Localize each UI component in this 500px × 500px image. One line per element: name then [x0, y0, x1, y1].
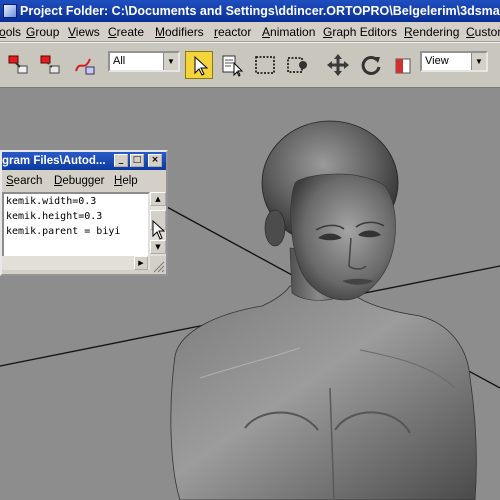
unlink-icon[interactable] — [36, 51, 64, 79]
chevron-down-icon: ▼ — [163, 53, 178, 70]
select-by-name-icon[interactable] — [218, 51, 246, 79]
menu-views[interactable]: Views — [68, 22, 100, 41]
script-menu-bar: Search Debugger Help — [2, 172, 166, 190]
rotate-icon[interactable] — [357, 51, 385, 79]
scroll-right-icon[interactable]: ▶ — [134, 256, 148, 270]
resize-grip-icon[interactable] — [150, 258, 166, 273]
scale-icon[interactable] — [390, 51, 418, 79]
menu-search[interactable]: Search — [6, 172, 42, 190]
close-button[interactable]: × — [148, 154, 162, 167]
select-object-icon[interactable] — [185, 51, 213, 79]
menu-help[interactable]: Help — [114, 172, 138, 190]
maximize-button[interactable]: □ — [130, 154, 144, 167]
move-icon[interactable] — [324, 51, 352, 79]
minimize-button[interactable]: _ — [114, 154, 128, 167]
menu-group[interactable]: Group — [26, 22, 59, 41]
window-title: Project Folder: C:\Documents and Setting… — [20, 4, 500, 18]
selection-filter-value: All — [113, 55, 126, 67]
script-editor[interactable]: kemik.width=0.3 kemik.height=0.3 kemik.p… — [2, 192, 150, 266]
menu-rendering[interactable]: Rendering — [404, 22, 459, 41]
rectangular-selection-icon[interactable] — [251, 51, 279, 79]
menu-debugger[interactable]: Debugger — [54, 172, 105, 190]
scroll-up-icon[interactable]: ▲ — [150, 192, 166, 206]
menu-tools[interactable]: ools — [0, 22, 21, 41]
title-bar: Project Folder: C:\Documents and Setting… — [0, 0, 500, 22]
script-window-title: gram Files\Autod... — [2, 155, 106, 167]
window-crossing-icon[interactable] — [284, 51, 312, 79]
reference-coord-value: View — [425, 55, 449, 67]
menu-customize[interactable]: Custom — [466, 22, 500, 41]
scroll-down-icon[interactable]: ▼ — [150, 240, 166, 254]
menu-modifiers[interactable]: Modifiers — [155, 22, 204, 41]
menu-reactor[interactable]: reactor — [214, 22, 251, 41]
maxscript-editor-window[interactable]: gram Files\Autod... _ □ × Search Debugge… — [0, 150, 168, 276]
app-icon[interactable] — [3, 4, 17, 18]
selection-filter-dropdown[interactable]: All ▼ — [108, 51, 180, 72]
reference-coord-dropdown[interactable]: View ▼ — [420, 51, 488, 72]
bind-space-warp-icon[interactable] — [70, 51, 98, 79]
menu-graph-editors[interactable]: Graph Editors — [323, 22, 397, 41]
menu-animation[interactable]: Animation — [262, 22, 315, 41]
link-icon[interactable] — [4, 51, 32, 79]
menu-bar: ools Group Views Create Modifiers reacto… — [0, 22, 500, 42]
chevron-down-icon: ▼ — [471, 53, 486, 70]
code-line: kemik.width=0.3 — [6, 196, 97, 207]
horizontal-scrollbar[interactable]: ▶ — [2, 256, 150, 270]
menu-create[interactable]: Create — [108, 22, 144, 41]
mouse-cursor-icon — [152, 220, 166, 240]
code-line: kemik.height=0.3 — [6, 211, 103, 222]
main-toolbar: All ▼ View ▼ — [0, 42, 500, 88]
code-line: kemik.parent = biyi — [6, 226, 121, 237]
